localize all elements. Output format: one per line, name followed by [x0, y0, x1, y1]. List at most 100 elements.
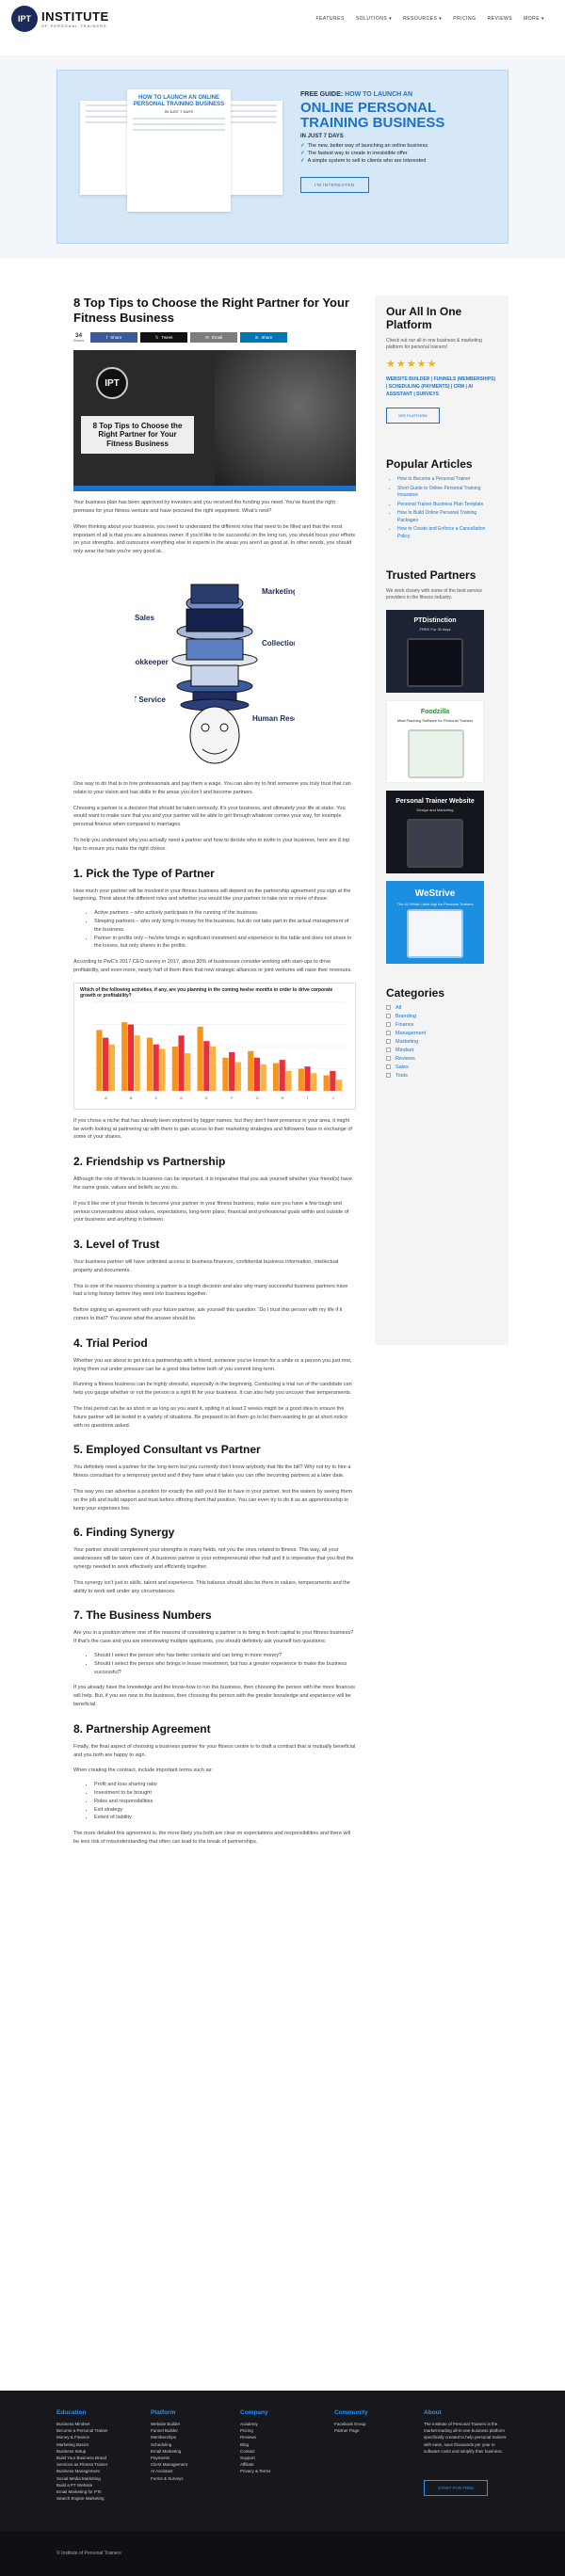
footer-col-company: Company Academy Pricing Reviews Blog Con…	[240, 2409, 271, 2474]
nav-features[interactable]: FEATURES	[316, 16, 345, 22]
footer-link[interactable]: Email Marketing for PTs	[56, 2488, 108, 2495]
nav-solutions[interactable]: SOLUTIONS ▾	[356, 16, 392, 22]
partner-ad-foodzilla[interactable]: Foodzilla Meal Planning Software for Per…	[386, 699, 484, 783]
hero-bullet: ✓ The fastest way to create in irresistib…	[300, 150, 408, 156]
footer-link[interactable]: Academy	[240, 2421, 270, 2427]
chart-bar	[234, 1062, 241, 1091]
footer-link[interactable]: Pricing	[240, 2427, 270, 2434]
hero-bullets: ✓ The new, better way of launching an onl…	[300, 143, 498, 164]
paragraph: Although the role of friends in business…	[73, 1176, 352, 1191]
paragraph: This is one of the reasons choosing a pa…	[73, 1283, 348, 1298]
linkedin-share-button[interactable]: in Share	[240, 332, 288, 344]
site-footer: Education Business Mindset Become a Pers…	[0, 2391, 565, 2532]
footer-link[interactable]: Scheduling	[151, 2441, 187, 2448]
share-count: 34 Shares	[73, 332, 85, 344]
chart-bar	[197, 1026, 203, 1091]
footer-link[interactable]: Social Media Marketing	[56, 2475, 108, 2482]
popular-article-link[interactable]: How to Create and Enforce a Cancellation…	[397, 526, 497, 540]
nav-more[interactable]: MORE ▾	[524, 16, 544, 22]
footer-link[interactable]: Affiliate	[240, 2461, 270, 2468]
category-item[interactable]: All	[386, 1005, 497, 1011]
chart-plot: A B C D E F G H I J	[93, 1001, 346, 1100]
footer-link[interactable]: Partner Page	[334, 2427, 368, 2434]
hero-cta-button[interactable]: I'M INTERESTED	[300, 176, 369, 193]
footer-link[interactable]: Client Management	[151, 2461, 187, 2468]
footer-link[interactable]: Services as Fitness Trainer	[56, 2461, 108, 2468]
category-item[interactable]: Management	[386, 1031, 497, 1036]
footer-cta-button[interactable]: START FOR FREE	[424, 2480, 489, 2496]
footer-col-education: Education Business Mindset Become a Pers…	[56, 2409, 108, 2502]
twitter-share-button[interactable]: 𝕏 Tweet	[140, 332, 188, 344]
see-platform-button[interactable]: SEE PLATFORM	[386, 407, 440, 424]
category-item[interactable]: Mindset	[386, 1048, 497, 1053]
footer-link[interactable]: AI Assistant	[151, 2468, 187, 2474]
paragraph: When thinking about your business, you n…	[73, 523, 356, 555]
footer-link[interactable]: Build a PT Website	[56, 2482, 108, 2488]
checkbox-icon	[386, 1031, 391, 1036]
footer-link[interactable]: Support	[240, 2455, 270, 2461]
email-icon: ✉	[205, 334, 209, 340]
popular-article-link[interactable]: Personal Trainer Business Plan Template	[397, 502, 497, 509]
hero-bullet: ✓ The new, better way of launching an onl…	[300, 142, 428, 149]
category-item[interactable]: Sales	[386, 1064, 497, 1070]
checkbox-icon	[386, 1022, 391, 1028]
partner-ad-pt-website[interactable]: Personal Trainer Website Design and Mark…	[386, 790, 484, 873]
check-icon: ✓	[300, 142, 305, 149]
footer-link[interactable]: Business Management	[56, 2468, 108, 2474]
partner-ad-westrive[interactable]: WeStrive The #1 White Label App for Pers…	[386, 880, 484, 964]
popular-article-link[interactable]: How to Become a Personal Trainer	[397, 476, 497, 484]
intro-paragraph: Your business plan has been approved by …	[73, 500, 335, 514]
section-heading: 1. Pick the Type of Partner	[73, 866, 215, 880]
chart-category-label: I	[307, 1096, 308, 1100]
footer-link[interactable]: Email Marketing	[151, 2448, 187, 2455]
paragraph: This way you can advertise a position fo…	[73, 1489, 353, 1512]
footer-link[interactable]: Reviews	[240, 2434, 270, 2440]
footer-link[interactable]: Payments	[151, 2455, 187, 2461]
chart-category-label: H	[282, 1096, 284, 1100]
category-item[interactable]: Tools	[386, 1073, 497, 1079]
footer-link[interactable]: Memberships	[151, 2434, 187, 2440]
footer-link[interactable]: Business Mindset	[56, 2421, 108, 2427]
footer-link[interactable]: Contact	[240, 2448, 270, 2455]
hero-bullet: ✓ A simple system to sell to clients who …	[300, 157, 427, 164]
popular-article-link[interactable]: How to Build Online Personal Training Pa…	[397, 510, 497, 524]
chart-category-label: B	[130, 1096, 133, 1100]
platform-features[interactable]: WEBSITE BUILDER | FUNNELS (MEMBERSHIPS) …	[386, 376, 497, 398]
facebook-share-button[interactable]: f Share	[90, 332, 138, 344]
footer-link[interactable]: Website Builder	[151, 2421, 187, 2427]
stacked-hats-illustration: Marketing Sales Collections Bookkeeper I…	[125, 566, 319, 773]
logo-subtitle: OF PERSONAL TRAINERS	[41, 23, 107, 28]
nav-reviews[interactable]: REVIEWS	[488, 16, 513, 22]
category-item[interactable]: Branding	[386, 1014, 497, 1019]
popular-article-link[interactable]: Short Guide to Online Personal Training …	[397, 486, 497, 500]
bullet-list: Should I select the person who has bette…	[94, 1652, 356, 1676]
category-item[interactable]: Finance	[386, 1022, 497, 1028]
footer-link[interactable]: Privacy & Terms	[240, 2468, 270, 2474]
footer-link[interactable]: Blog	[240, 2441, 270, 2448]
nav-pricing[interactable]: PRICING	[453, 16, 476, 22]
footer-link[interactable]: Become a Personal Trainer	[56, 2427, 108, 2434]
footer-link[interactable]: Business Setup	[56, 2448, 108, 2455]
hero-section: HOW TO LAUNCH AN ONLINE PERSONAL TRAININ…	[0, 56, 565, 258]
footer-link[interactable]: Money & Finance	[56, 2434, 108, 2440]
partner-ad-ptdistinction[interactable]: PTDistinction FREE For 30 days	[386, 609, 484, 693]
nav-resources[interactable]: RESOURCES ▾	[403, 16, 442, 22]
list-item: Should I select the person who brings in…	[94, 1660, 356, 1677]
category-item[interactable]: Marketing	[386, 1039, 497, 1045]
site-logo[interactable]: IPT INSTITUTE OF PERSONAL TRAINERS	[11, 6, 109, 32]
chart-category-label: E	[205, 1096, 208, 1100]
email-share-button[interactable]: ✉ Email	[190, 332, 238, 344]
footer-link[interactable]: Funnel Builder	[151, 2427, 187, 2434]
footer-link[interactable]: Forms & Surveys	[151, 2475, 187, 2482]
facebook-icon: f	[105, 335, 108, 341]
section-heading: 5. Employed Consultant vs Partner	[73, 1443, 261, 1457]
footer-link[interactable]: Build Your Business Brand	[56, 2455, 108, 2461]
category-item[interactable]: Reviews	[386, 1056, 497, 1062]
chart-bar	[260, 1064, 266, 1091]
hero-banner: HOW TO LAUNCH AN ONLINE PERSONAL TRAININ…	[56, 70, 508, 244]
footer-about-text: The Institute of Personal Trainers is th…	[424, 2422, 507, 2454]
footer-link[interactable]: Facebook Group	[334, 2421, 368, 2427]
footer-link[interactable]: Search Engine Marketing	[56, 2495, 108, 2502]
footer-link[interactable]: Marketing Basics	[56, 2441, 108, 2448]
chart-bar	[253, 1057, 261, 1091]
